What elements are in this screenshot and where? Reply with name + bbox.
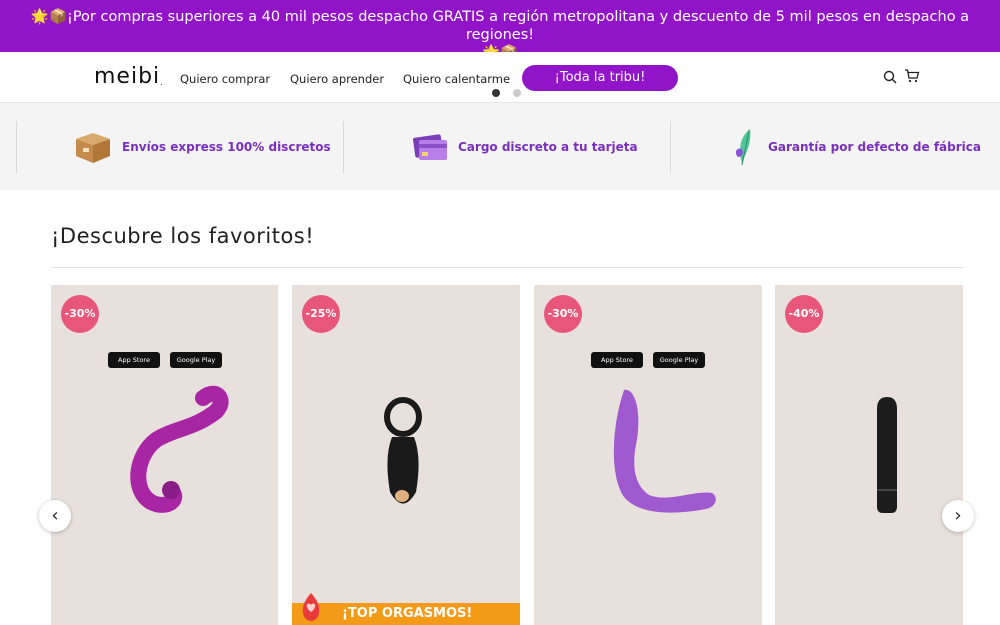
product-card[interactable]: -30% App Store Google Play — [51, 285, 278, 625]
carousel-dot-active[interactable] — [492, 89, 500, 97]
product-image — [384, 397, 422, 504]
divider — [16, 121, 17, 173]
divider — [670, 121, 671, 173]
product-card[interactable]: -25% ¡TOP ORGASMOS! — [292, 285, 520, 625]
discount-badge: -25% — [302, 295, 340, 333]
nav-quiero-comprar[interactable]: Quiero comprar — [180, 72, 270, 86]
discount-badge: -30% — [544, 295, 582, 333]
feature-garantia: Garantía por defecto de fábrica — [732, 121, 981, 173]
carousel-dot[interactable] — [513, 89, 521, 97]
carousel-next-button[interactable]: › — [942, 500, 974, 532]
google-play-badge: Google Play — [653, 352, 705, 368]
section-divider — [51, 267, 963, 268]
product-image — [613, 389, 716, 513]
feature-envios: Envíos express 100% discretos — [72, 121, 331, 173]
logo[interactable]: meibi. — [94, 64, 164, 89]
app-badges: App Store Google Play — [591, 352, 705, 368]
google-play-badge: Google Play — [170, 352, 222, 368]
product-image — [877, 397, 897, 513]
feature-label: Envíos express 100% discretos — [122, 140, 331, 154]
features-strip: Envíos express 100% discretos Cargo disc… — [0, 103, 1000, 190]
nav-quiero-aprender[interactable]: Quiero aprender — [290, 72, 384, 86]
cart-icon[interactable] — [904, 68, 920, 84]
logo-text: meibi — [94, 64, 161, 89]
product-image — [130, 385, 229, 513]
credit-card-icon — [413, 134, 447, 160]
search-icon[interactable] — [882, 69, 898, 85]
app-store-badge: App Store — [591, 352, 643, 368]
product-card[interactable]: -40% — [775, 285, 963, 625]
chevron-left-icon: ‹ — [51, 505, 59, 526]
promo-banner: 🌟📦¡Por compras superiores a 40 mil pesos… — [0, 0, 1000, 61]
feature-label: Cargo discreto a tu tarjeta — [458, 140, 638, 154]
banner-text: ¡TOP ORGASMOS! — [342, 606, 473, 621]
nav-quiero-calentarme[interactable]: Quiero calentarme — [403, 72, 510, 86]
toda-la-tribu-button[interactable]: ¡Toda la tribu! — [522, 65, 678, 91]
feature-cargo: Cargo discreto a tu tarjeta — [412, 121, 638, 173]
discount-badge: -40% — [785, 295, 823, 333]
flame-heart-icon — [302, 593, 320, 621]
top-orgasmos-banner: ¡TOP ORGASMOS! — [292, 593, 520, 625]
box-icon — [76, 133, 110, 163]
app-badges: App Store Google Play — [108, 352, 222, 368]
chevron-right-icon: › — [954, 505, 962, 526]
feather-icon — [735, 129, 751, 166]
discount-badge: -30% — [61, 295, 99, 333]
divider — [343, 121, 344, 173]
section-title: ¡Descubre los favoritos! — [51, 224, 315, 248]
product-card[interactable]: -30% App Store Google Play — [534, 285, 762, 625]
promo-text: 🌟📦¡Por compras superiores a 40 mil pesos… — [30, 9, 970, 43]
feature-label: Garantía por defecto de fábrica — [768, 140, 981, 154]
logo-dot: . — [160, 78, 164, 87]
site-header: meibi. Quiero comprar Quiero aprender Qu… — [0, 52, 1000, 103]
carousel-prev-button[interactable]: ‹ — [39, 500, 71, 532]
app-store-badge: App Store — [108, 352, 160, 368]
